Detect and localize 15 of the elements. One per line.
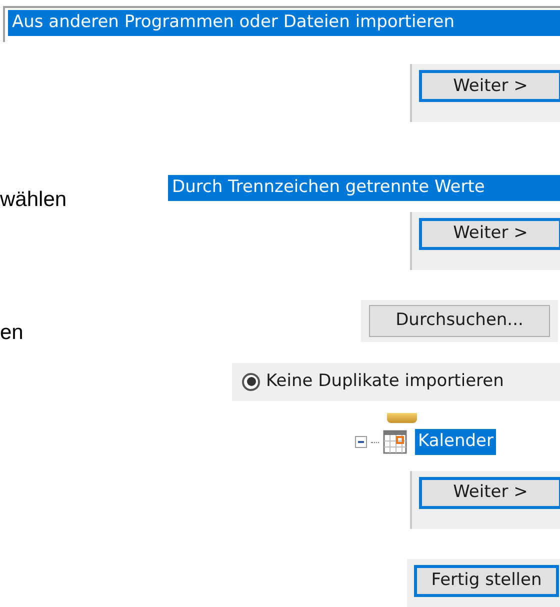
radio-button[interactable] xyxy=(242,372,260,391)
dialog-button[interactable]: Weiter > xyxy=(419,70,560,102)
collapse-icon[interactable] xyxy=(355,436,367,448)
list-item[interactable]: Aus anderen Programmen oder Dateien importieren xyxy=(8,10,560,36)
radio-option[interactable]: Keine Duplikate importieren xyxy=(232,362,560,401)
calendar-icon xyxy=(383,430,407,454)
dialog-button[interactable]: Weiter > xyxy=(419,218,560,250)
dialog-button[interactable]: Durchsuchen... xyxy=(369,304,550,337)
instruction-text: wählen xyxy=(0,188,67,210)
radio-label: Keine Duplikate importieren xyxy=(266,370,504,394)
dialog-button[interactable]: Fertig stellen xyxy=(414,565,559,598)
instruction-text: en xyxy=(0,322,24,343)
dialog-button[interactable]: Weiter > xyxy=(419,476,560,509)
list-item[interactable]: Durch Trennzeichen getrennte Werte xyxy=(168,174,560,201)
tree-item[interactable]: Kalender xyxy=(415,429,496,456)
